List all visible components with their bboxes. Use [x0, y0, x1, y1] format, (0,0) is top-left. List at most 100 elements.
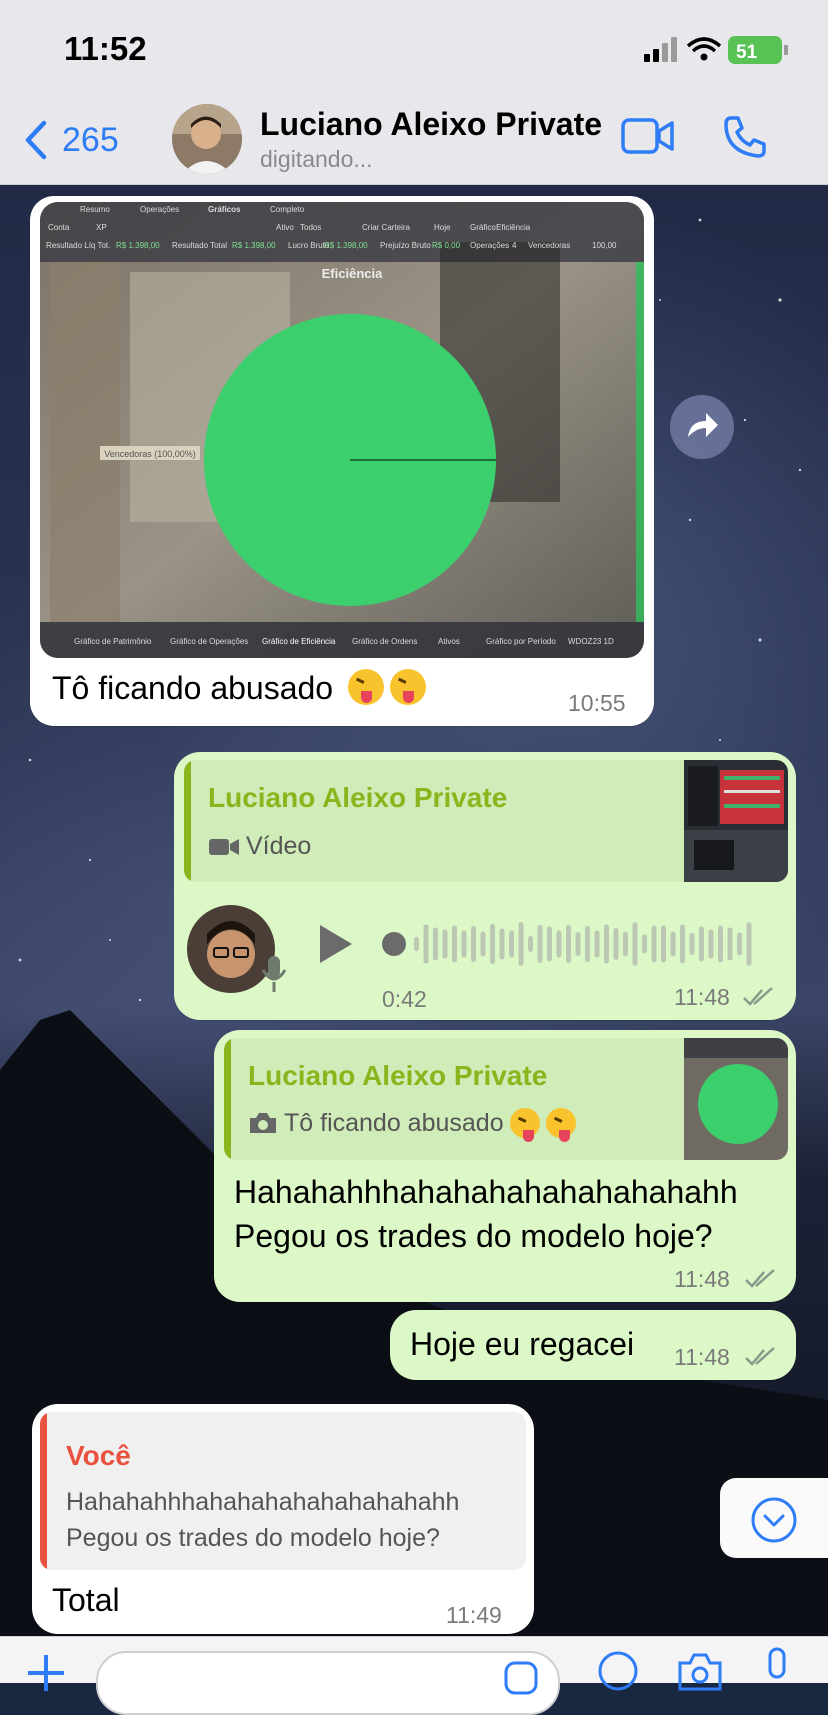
svg-text:100,00: 100,00 [592, 241, 617, 250]
payment-icon[interactable] [596, 1649, 640, 1693]
contact-name[interactable]: Luciano Aleixo Private [260, 106, 602, 143]
typing-status: digitando... [260, 146, 373, 172]
waveform-bar [613, 928, 619, 960]
waveform-bar [414, 937, 419, 951]
svg-text:XP: XP [96, 223, 107, 232]
svg-text:R$ 0,00: R$ 0,00 [432, 241, 461, 250]
image-caption: Tô ficando abusado [52, 666, 426, 710]
screen-chart-title: Eficiência [322, 266, 383, 281]
play-icon[interactable] [316, 922, 356, 966]
svg-text:Gráfico: Gráfico [470, 223, 496, 232]
scroll-down-icon [751, 1497, 797, 1543]
waveform-bar [718, 925, 723, 963]
svg-text:Gráfico de Operações: Gráfico de Operações [170, 637, 248, 646]
plus-icon[interactable] [26, 1651, 70, 1695]
waveform-bar [575, 932, 581, 956]
waveform-bar [651, 925, 657, 963]
svg-text:Operações: Operações [140, 205, 179, 214]
quoted-own-message[interactable]: Você Hahahahhhahahahahahahahahahh Pegou … [40, 1412, 526, 1570]
waveform-bar [623, 931, 628, 957]
waveform-bar [490, 924, 495, 964]
svg-text:R$ 1.398,00: R$ 1.398,00 [116, 241, 160, 250]
reply-text: Tô ficando abusado [248, 1108, 576, 1142]
waveform-bar [699, 926, 704, 962]
message-input-bar [0, 1636, 828, 1715]
tongue-emoji-icon [389, 669, 426, 705]
contact-avatar[interactable] [172, 104, 242, 174]
waveform-bar [737, 932, 742, 956]
svg-text:Resultado Total: Resultado Total [172, 241, 227, 250]
message-time: 11:49 [446, 1602, 502, 1628]
photo-attachment[interactable]: Vencedoras (100,00%) Eficiência Resumo O… [40, 202, 644, 658]
forward-icon [688, 413, 718, 437]
reply-sender: Luciano Aleixo Private [248, 1060, 548, 1091]
mic-icon[interactable] [760, 1647, 796, 1691]
reply-line-1: Hahahahhhahahahahahahahahahh [66, 1488, 460, 1516]
waveform-bar [556, 930, 562, 958]
reply-type: Vídeo [208, 832, 311, 861]
voice-duration: 0:42 [382, 986, 427, 1012]
reply-bar [184, 760, 191, 882]
double-check-icon [743, 987, 773, 1006]
message-time: 10:55 [568, 690, 626, 716]
chat-header: 11:52 51 265 Luciano Aleixo Private digi… [0, 0, 828, 185]
message-input[interactable] [96, 1651, 560, 1715]
outgoing-voice-message[interactable]: Luciano Aleixo Private Vídeo 0:42 11:48 [174, 752, 796, 1020]
camera-icon[interactable] [676, 1649, 724, 1693]
photo-thumbnail [684, 1038, 788, 1160]
svg-text:Ativo: Ativo [276, 223, 294, 232]
back-button[interactable]: 265 [24, 114, 119, 166]
waveform-bar [471, 926, 476, 962]
waveform-bar [509, 930, 514, 958]
reply-bar [40, 1412, 47, 1570]
message-time: 11:48 [674, 984, 730, 1010]
svg-text:4: 4 [512, 241, 517, 250]
waveform-bar [642, 934, 647, 954]
waveform-bar [727, 927, 733, 961]
svg-text:Gráfico por Período: Gráfico por Período [486, 637, 556, 646]
waveform-bar [461, 930, 467, 958]
waveform-bar [518, 922, 524, 966]
waveform-bar [537, 925, 543, 963]
phone-call-icon[interactable] [722, 114, 768, 160]
incoming-image-message[interactable]: Vencedoras (100,00%) Eficiência Resumo O… [30, 196, 654, 726]
svg-text:Conta: Conta [48, 223, 70, 232]
message-text: Hoje eu regacei [410, 1326, 635, 1362]
svg-text:WDOZ23 1D: WDOZ23 1D [568, 637, 614, 646]
scroll-down-button[interactable] [720, 1478, 828, 1558]
video-thumbnail [684, 760, 788, 882]
waveform-bar [499, 928, 505, 960]
reply-sender: Você [66, 1440, 131, 1471]
waveform-bar [585, 926, 590, 962]
svg-text:Resumo: Resumo [80, 205, 110, 214]
waveform-bar [604, 924, 609, 964]
waveform-bar [442, 929, 448, 959]
forward-button[interactable] [670, 395, 734, 459]
quoted-photo-reply[interactable]: Luciano Aleixo Private Tô ficando abusad… [224, 1038, 788, 1160]
waveform-bar [632, 922, 638, 966]
waveform-bar [433, 927, 438, 961]
svg-text:Gráfico de Ordens: Gráfico de Ordens [352, 637, 417, 646]
svg-text:Prejuízo Bruto: Prejuízo Bruto [380, 241, 431, 250]
waveform-bar [746, 922, 752, 966]
voice-waveform[interactable] [374, 914, 754, 974]
battery-level: 51 [736, 42, 758, 63]
sticker-icon[interactable] [502, 1659, 542, 1699]
message-line-2: Pegou os trades do modelo hoje? [234, 1218, 713, 1254]
svg-text:Completo: Completo [270, 205, 305, 214]
video-call-icon[interactable] [620, 116, 676, 156]
avatar-image [172, 104, 242, 174]
tongue-emoji-icon [545, 1108, 576, 1142]
double-check-icon [745, 1269, 775, 1288]
svg-text:Gráficos: Gráficos [208, 205, 241, 214]
tongue-emoji-icon [509, 1108, 540, 1142]
waveform-bar [423, 924, 429, 964]
waveform-bar [670, 931, 676, 957]
reply-sender: Luciano Aleixo Private [208, 782, 508, 813]
reply-line-2: Pegou os trades do modelo hoje? [66, 1524, 440, 1552]
outgoing-text-message[interactable]: Hoje eu regacei 11:48 [390, 1310, 796, 1380]
quoted-video-reply[interactable]: Luciano Aleixo Private Vídeo [184, 760, 788, 882]
outgoing-text-message[interactable]: Luciano Aleixo Private Tô ficando abusad… [214, 1030, 796, 1302]
incoming-text-message[interactable]: Você Hahahahhhahahahahahahahahahh Pegou … [32, 1404, 534, 1634]
svg-text:Todos: Todos [300, 223, 321, 232]
